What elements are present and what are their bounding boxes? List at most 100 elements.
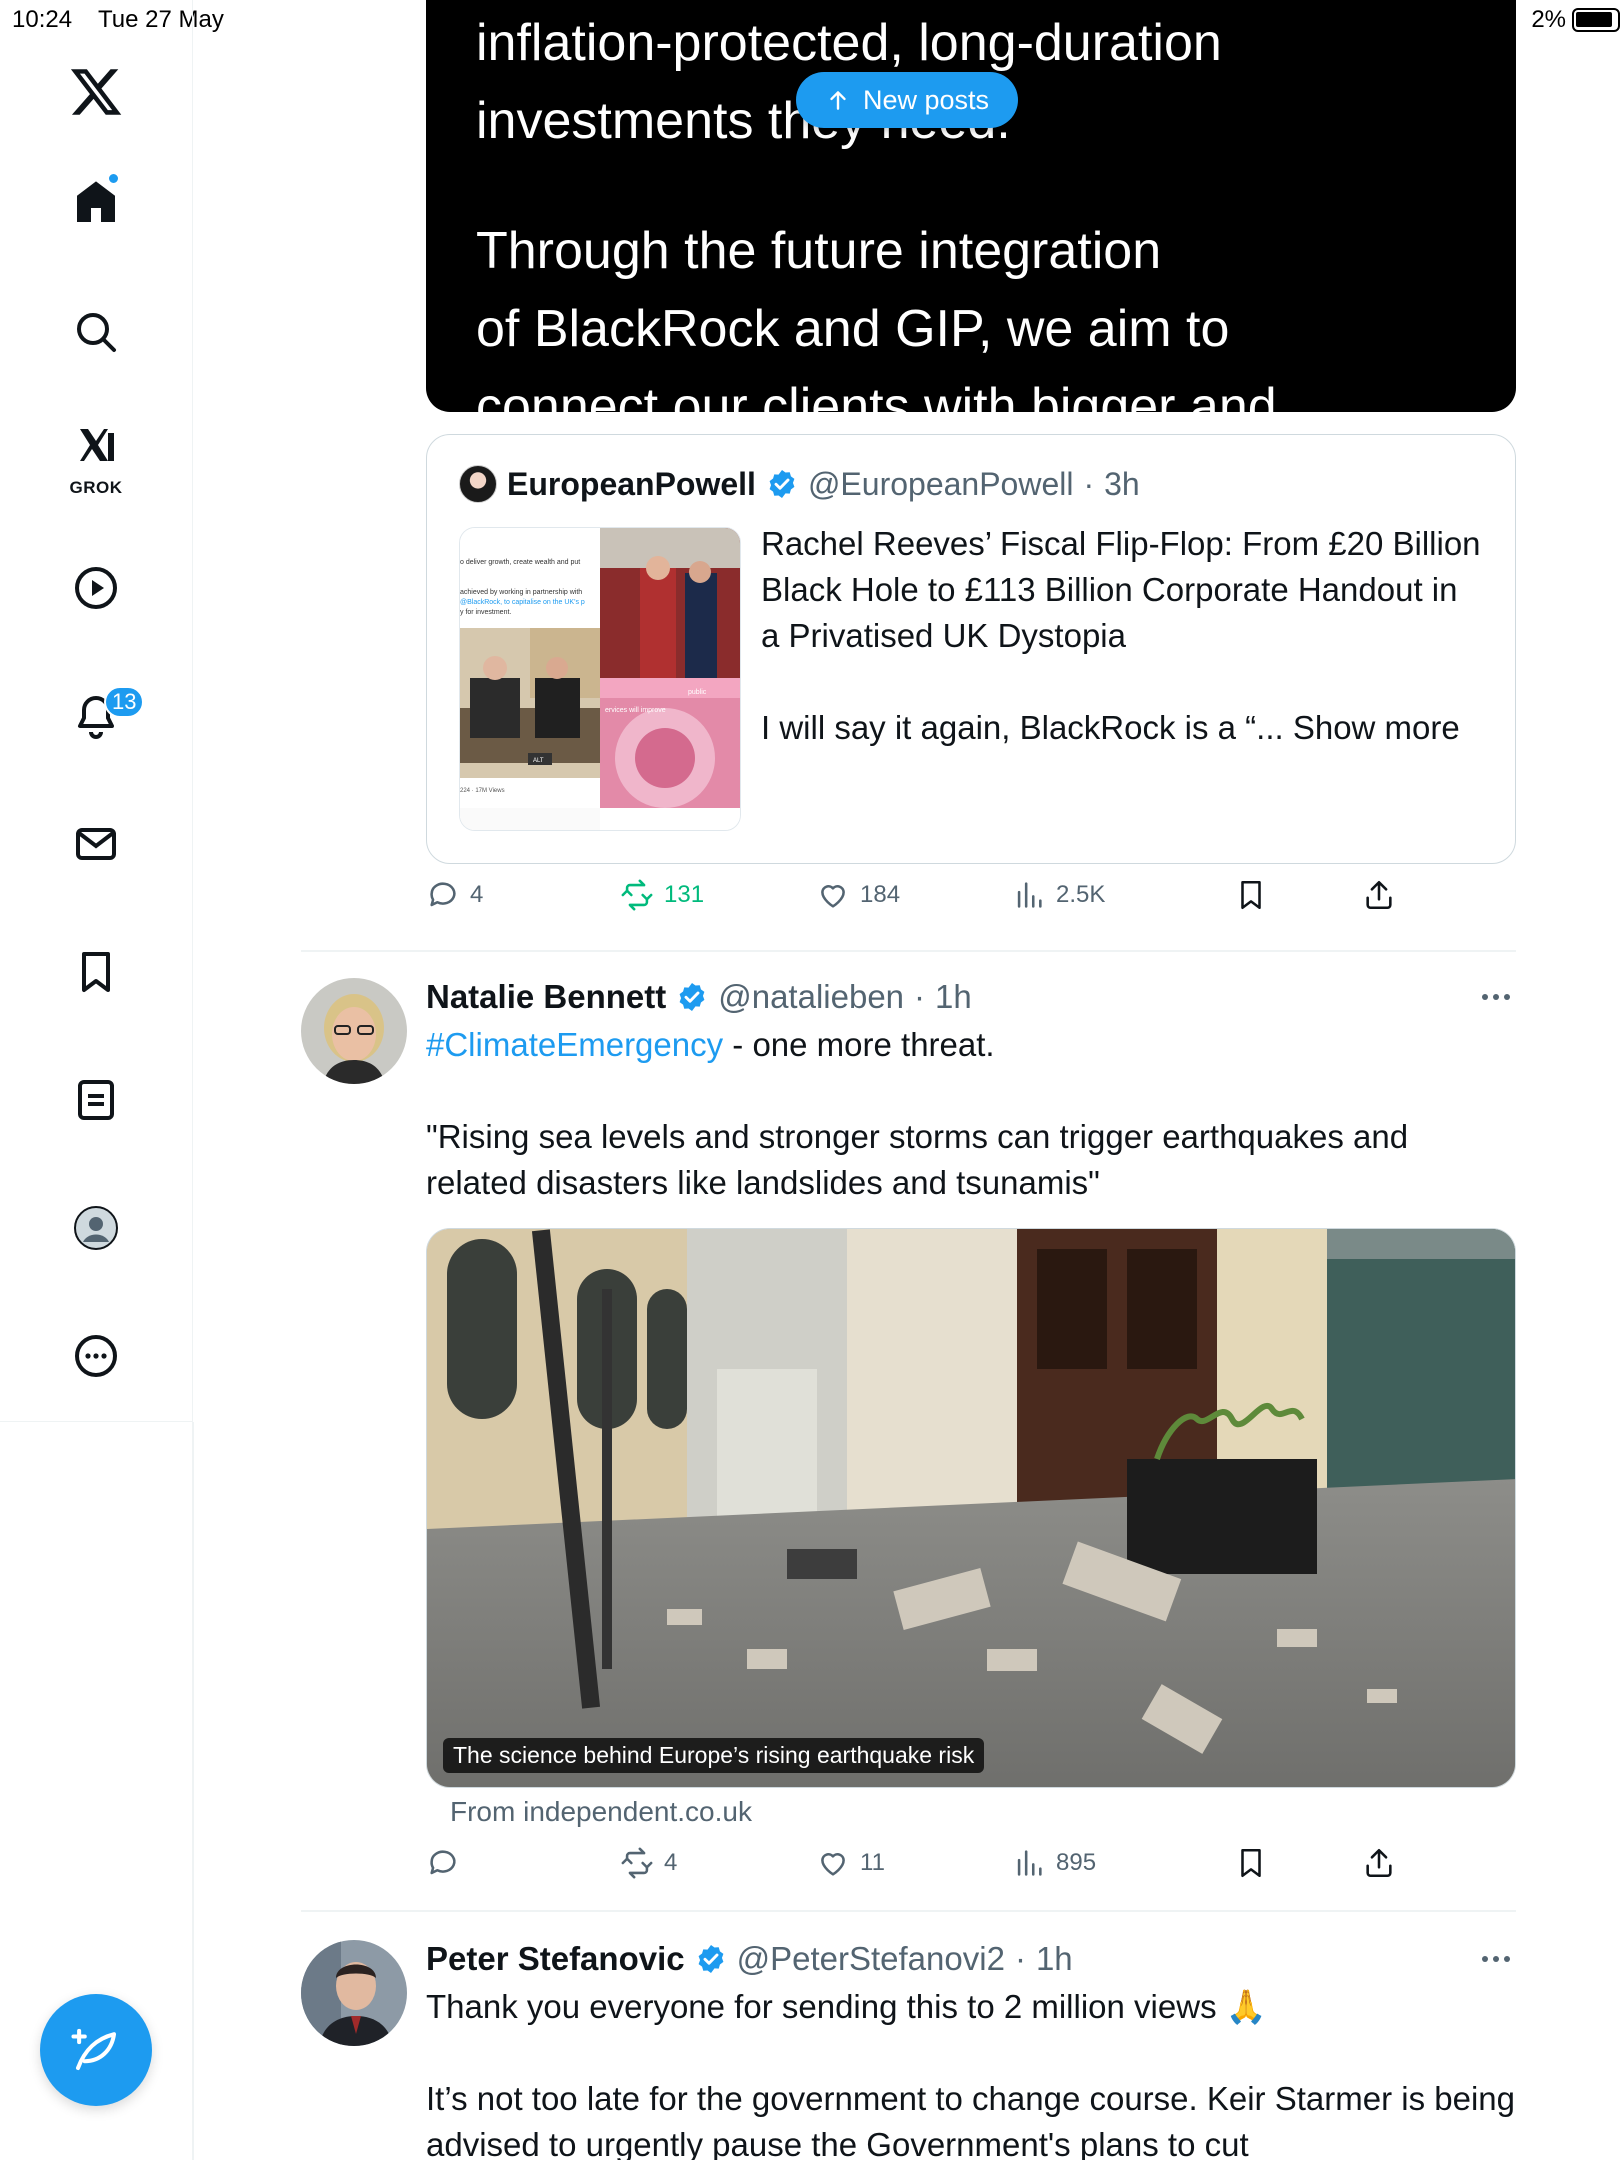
sidebar-item-more[interactable] xyxy=(56,1316,136,1396)
thumb-text: achieved by working in partnership with xyxy=(460,589,582,596)
sidebar-item-bookmarks[interactable] xyxy=(56,932,136,1012)
sidebar-item-grok[interactable] xyxy=(56,410,136,480)
quoted-post-paragraph: Rachel Reeves’ Fiscal Flip-Flop: From £2… xyxy=(761,525,1481,654)
repost-icon xyxy=(621,1847,653,1879)
link-card-image[interactable]: The science behind Europe’s rising earth… xyxy=(426,1228,1516,1788)
post-time: 1h xyxy=(1035,1940,1073,1977)
reply-icon xyxy=(430,882,456,907)
post-text-fragment: - one more threat. xyxy=(723,1026,995,1063)
view-count: 2.5K xyxy=(1056,881,1106,908)
repost-icon xyxy=(621,879,653,911)
post-header: Natalie Bennett @natalieben · 1h xyxy=(426,978,972,1016)
quoted-post-text: Rachel Reeves’ Fiscal Flip-Flop: From £2… xyxy=(761,521,1481,751)
post-text: #ClimateEmergency - one more threat. "Ri… xyxy=(426,1022,1516,1206)
x-logo-icon[interactable] xyxy=(68,64,124,120)
thumb-text: o deliver growth, create wealth and put xyxy=(460,559,580,566)
post-peter-stefanovic[interactable]: Peter Stefanovic @PeterStefanovi2 · 1h T… xyxy=(301,1940,1516,2160)
grok-icon xyxy=(80,429,114,461)
share-button[interactable] xyxy=(1362,878,1396,912)
reply-count: 4 xyxy=(470,881,484,908)
thumb-text: ervices will improve xyxy=(605,707,666,714)
author-handle: @PeterStefanovi2 xyxy=(736,1940,1005,1977)
compose-post-button[interactable] xyxy=(40,1994,152,2106)
sidebar-item-lists[interactable] xyxy=(56,1060,136,1140)
sidebar-nav: GROK 13 xyxy=(0,0,193,1422)
repost-count: 131 xyxy=(664,881,705,908)
author-name[interactable]: Natalie Bennett xyxy=(426,978,666,1016)
like-count: 11 xyxy=(860,1849,885,1876)
views-button[interactable]: 895 xyxy=(1012,1846,1096,1880)
dot-separator: · xyxy=(1083,465,1095,502)
like-button[interactable]: 184 xyxy=(816,878,900,912)
share-icon xyxy=(1366,1848,1392,1878)
views-button[interactable]: 2.5K xyxy=(1012,878,1105,912)
reply-button[interactable]: 4 xyxy=(426,878,483,912)
repost-button[interactable]: 4 xyxy=(620,1846,677,1880)
more-circle-icon xyxy=(75,1335,117,1377)
bookmark-button[interactable] xyxy=(1234,878,1268,912)
author-name[interactable]: Peter Stefanovic xyxy=(426,1940,685,1978)
quoted-post-header: EuropeanPowell @EuropeanPowell · 3h xyxy=(459,465,1140,503)
thumb-text: y for investment. xyxy=(460,609,511,616)
post-time: 3h xyxy=(1104,465,1140,502)
verified-badge-icon xyxy=(698,1945,724,1973)
views-chart-icon xyxy=(1017,1850,1042,1876)
view-count: 895 xyxy=(1056,1849,1097,1876)
sidebar-item-explore[interactable] xyxy=(56,292,136,372)
compose-feather-icon xyxy=(71,2028,117,2071)
thumb-text: @BlackRock, to capitalise on the UK's p xyxy=(460,599,585,606)
post-divider xyxy=(301,950,1516,952)
more-options-icon[interactable] xyxy=(1476,1944,1516,1974)
heart-icon xyxy=(821,1853,845,1876)
more-options-icon[interactable] xyxy=(1476,982,1516,1012)
thumb-text: 224 · 17M Views xyxy=(460,788,505,794)
post-divider xyxy=(301,1910,1516,1912)
sidebar-item-profile[interactable] xyxy=(56,1188,136,1268)
quoted-post-thumbnail[interactable]: o deliver growth, create wealth and put … xyxy=(459,527,741,831)
reply-icon xyxy=(430,1850,456,1875)
avatar[interactable] xyxy=(301,978,407,1084)
new-posts-button[interactable]: New posts xyxy=(796,72,1018,128)
bookmark-button[interactable] xyxy=(1234,1846,1268,1880)
views-chart-icon xyxy=(1017,882,1042,908)
post-video-media[interactable]: inflation-protected, long-duration inves… xyxy=(426,0,1516,412)
avatar-photo xyxy=(301,978,407,1084)
sidebar-item-video[interactable] xyxy=(56,548,136,628)
post-paragraph: #ClimateEmergency - one more threat. xyxy=(426,1022,1516,1068)
sidebar-item-messages[interactable] xyxy=(56,804,136,884)
share-button[interactable] xyxy=(1362,1846,1396,1880)
video-text-line: Through the future integration xyxy=(476,222,1162,280)
earthquake-street-photo xyxy=(427,1229,1515,1787)
avatar[interactable] xyxy=(301,1940,407,2046)
arrow-up-icon xyxy=(830,91,846,110)
sidebar-item-home[interactable] xyxy=(56,162,136,242)
quoted-post-card[interactable]: EuropeanPowell @EuropeanPowell · 3h o de… xyxy=(426,434,1516,864)
repost-button[interactable]: 131 xyxy=(620,878,704,912)
thumb-text: public xyxy=(688,689,707,696)
video-text-line: of BlackRock and GIP, we aim to xyxy=(476,300,1230,358)
link-card-title: The science behind Europe’s rising earth… xyxy=(443,1738,985,1773)
timeline: inflation-protected, long-duration inves… xyxy=(193,0,1620,2160)
quoted-post-paragraph: I will say it again, BlackRock is a “...… xyxy=(761,709,1460,746)
avatar xyxy=(459,465,497,503)
like-count: 184 xyxy=(860,881,901,908)
link-source[interactable]: From independent.co.uk xyxy=(450,1796,752,1828)
bookmark-icon xyxy=(1241,880,1261,910)
thumbnail-collage-image: o deliver growth, create wealth and put … xyxy=(460,528,740,830)
thumb-alt-label: ALT xyxy=(533,758,544,764)
dot-separator: · xyxy=(914,978,926,1015)
bookmark-icon xyxy=(1241,1848,1261,1878)
list-icon xyxy=(78,1080,114,1120)
like-button[interactable]: 11 xyxy=(816,1846,885,1880)
post-paragraph: It’s not too late for the government to … xyxy=(426,2080,1515,2160)
post-time: 1h xyxy=(935,978,972,1015)
play-icon xyxy=(75,567,117,609)
hashtag-link[interactable]: #ClimateEmergency xyxy=(426,1026,723,1063)
bookmark-icon xyxy=(82,952,110,992)
profile-avatar-icon xyxy=(74,1206,118,1250)
author-name: EuropeanPowell xyxy=(507,465,756,502)
video-text-line: inflation-protected, long-duration xyxy=(476,14,1222,72)
reply-button[interactable] xyxy=(426,1846,470,1880)
repost-count: 4 xyxy=(664,1849,678,1876)
author-handle: @natalieben xyxy=(718,978,905,1015)
